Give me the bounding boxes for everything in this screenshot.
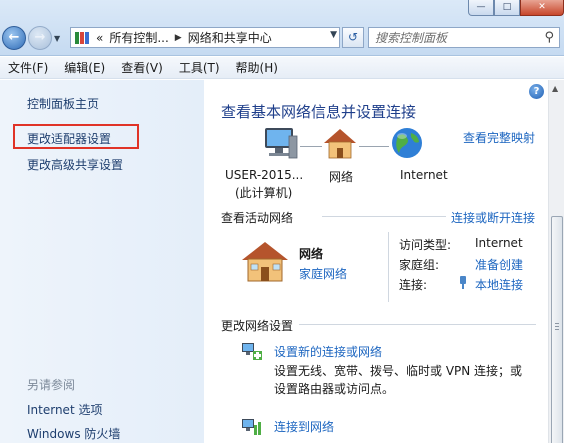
minimize-button[interactable]: — bbox=[468, 0, 494, 16]
search-box: ⚲ bbox=[368, 27, 560, 48]
menu-help[interactable]: 帮助(H) bbox=[228, 59, 286, 76]
ethernet-icon bbox=[460, 276, 466, 289]
setup-new-connection-desc-line2: 设置路由器或访问点。 bbox=[274, 382, 395, 396]
breadcrumb-overflow[interactable]: « bbox=[93, 31, 106, 45]
vertical-scrollbar[interactable]: ▲ bbox=[548, 80, 564, 443]
control-panel-icon bbox=[75, 31, 89, 44]
breadcrumb-all-control-panel[interactable]: 所有控制... bbox=[106, 29, 171, 46]
sidebar-item-windows-firewall[interactable]: Windows 防火墙 bbox=[27, 425, 120, 442]
window-controls: — □ ✕ bbox=[468, 0, 564, 16]
search-input[interactable] bbox=[369, 28, 534, 47]
active-networks-title: 查看活动网络 bbox=[221, 211, 294, 225]
page-title: 查看基本网络信息并设置连接 bbox=[221, 103, 417, 121]
sidebar-item-change-adapter-settings[interactable]: 更改适配器设置 bbox=[27, 130, 111, 147]
section-divider bbox=[322, 216, 446, 217]
new-connection-icon bbox=[242, 343, 262, 360]
menu-view[interactable]: 查看(V) bbox=[113, 59, 171, 76]
connection-label: 连接: bbox=[399, 278, 428, 292]
access-type-label: 访问类型: bbox=[399, 238, 452, 252]
connection-line bbox=[300, 146, 322, 147]
internet-globe-icon[interactable] bbox=[390, 126, 424, 160]
maximize-button[interactable]: □ bbox=[494, 0, 520, 16]
menu-edit[interactable]: 编辑(E) bbox=[56, 59, 113, 76]
network-node-label: 网络 bbox=[329, 170, 354, 184]
computer-icon[interactable] bbox=[259, 126, 299, 162]
setup-new-connection-desc-line1: 设置无线、宽带、拨号、临时或 VPN 连接；或 bbox=[274, 364, 523, 378]
scrollbar-grip-icon bbox=[555, 323, 559, 332]
connection-line bbox=[359, 146, 389, 147]
connect-to-network-icon bbox=[242, 419, 261, 435]
computer-node-sublabel: (此计算机) bbox=[235, 186, 293, 200]
view-full-map-link[interactable]: 查看完整映射 bbox=[463, 129, 535, 146]
address-dropdown-icon[interactable]: ▼ bbox=[330, 30, 337, 40]
search-icon[interactable]: ⚲ bbox=[544, 30, 554, 45]
scrollbar-thumb[interactable] bbox=[551, 216, 563, 443]
back-button[interactable]: ← bbox=[2, 26, 26, 50]
computer-node-label: USER-2015... bbox=[225, 168, 304, 182]
menu-file[interactable]: 文件(F) bbox=[0, 59, 56, 76]
address-bar[interactable]: « 所有控制... ▶ 网络和共享中心 ▼ bbox=[70, 27, 340, 48]
navigation-buttons: ← → ▼ bbox=[2, 26, 64, 50]
breadcrumb-network-sharing-center[interactable]: 网络和共享中心 bbox=[185, 29, 275, 46]
access-type-value: Internet bbox=[475, 236, 523, 250]
connect-disconnect-link[interactable]: 连接或断开连接 bbox=[451, 209, 535, 226]
homegroup-label: 家庭组: bbox=[399, 258, 440, 272]
see-also-title: 另请参阅 bbox=[27, 378, 76, 392]
recent-pages-dropdown[interactable]: ▼ bbox=[54, 34, 64, 43]
homegroup-link[interactable]: 准备创建 bbox=[475, 256, 523, 273]
breadcrumb-separator-icon[interactable]: ▶ bbox=[172, 33, 185, 43]
sidebar-item-change-advanced-sharing[interactable]: 更改高级共享设置 bbox=[27, 156, 123, 173]
scroll-up-icon[interactable]: ▲ bbox=[552, 84, 558, 93]
refresh-button[interactable]: ↺ bbox=[342, 27, 364, 48]
menu-bar: 文件(F) 编辑(E) 查看(V) 工具(T) 帮助(H) bbox=[0, 57, 564, 79]
menu-tools[interactable]: 工具(T) bbox=[171, 59, 228, 76]
change-settings-title: 更改网络设置 bbox=[221, 319, 294, 333]
connect-to-network-link[interactable]: 连接到网络 bbox=[274, 418, 334, 435]
vertical-divider bbox=[388, 232, 389, 302]
home-network-icon bbox=[242, 242, 288, 282]
sidebar-item-control-panel-home[interactable]: 控制面板主页 bbox=[27, 95, 99, 112]
forward-button[interactable]: → bbox=[28, 26, 52, 50]
local-connection-link[interactable]: 本地连接 bbox=[475, 276, 523, 293]
help-icon[interactable]: ? bbox=[529, 84, 544, 99]
network-name: 网络 bbox=[299, 247, 324, 261]
setup-new-connection-link[interactable]: 设置新的连接或网络 bbox=[274, 343, 382, 360]
sidebar-item-internet-options[interactable]: Internet 选项 bbox=[27, 401, 102, 418]
internet-node-label: Internet bbox=[400, 168, 448, 182]
close-button[interactable]: ✕ bbox=[520, 0, 564, 16]
network-type-link[interactable]: 家庭网络 bbox=[299, 265, 347, 282]
network-house-icon[interactable] bbox=[322, 127, 358, 161]
section-divider bbox=[299, 324, 536, 325]
title-bar: — □ ✕ ← → ▼ « 所有控制... ▶ 网络和共享中心 ▼ ↺ ⚲ bbox=[0, 0, 564, 56]
